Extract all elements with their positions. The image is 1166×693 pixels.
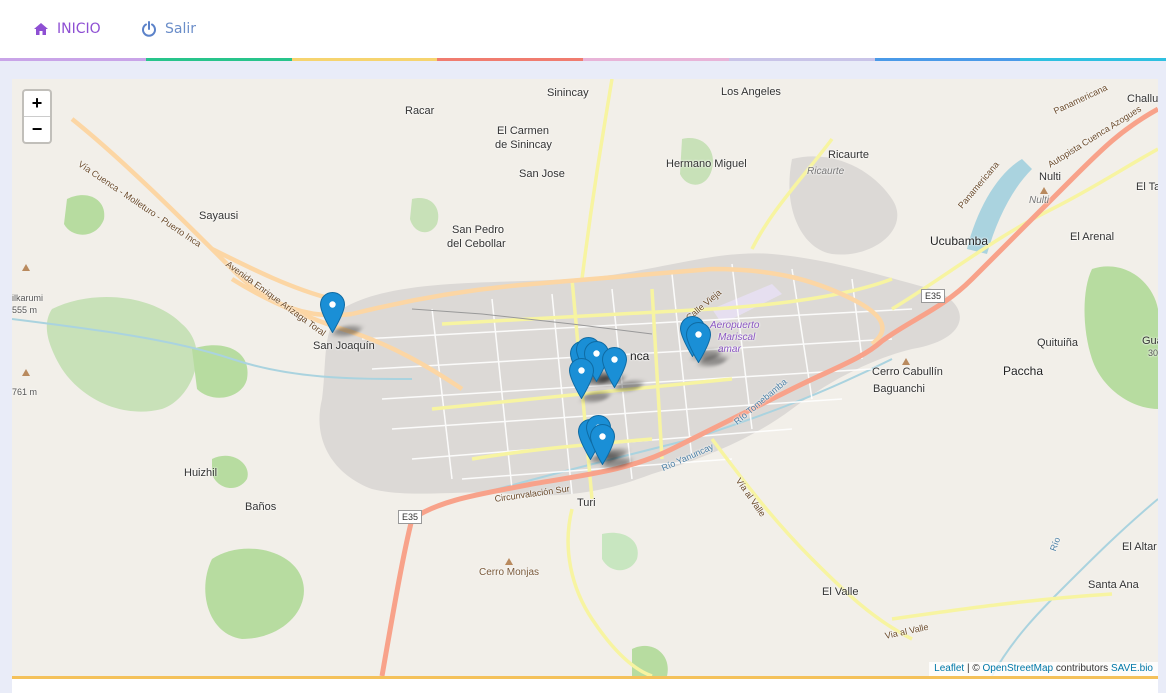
- stripe-segment: [291, 58, 438, 61]
- nav-inicio-label: INICIO: [57, 21, 101, 37]
- place-label: nca: [630, 349, 650, 363]
- map-pin-icon: [589, 423, 616, 466]
- zoom-in-button[interactable]: +: [24, 91, 50, 117]
- place-label: San Jose: [519, 168, 565, 180]
- map-pin-icon: [685, 321, 712, 364]
- color-stripe-bar: [0, 58, 1166, 61]
- place-label: Sinincay: [547, 87, 589, 99]
- stripe-segment: [583, 58, 729, 61]
- place-label: Huizhil: [184, 467, 218, 479]
- place-label: Ucubamba: [930, 234, 989, 248]
- place-label: Cerro Monjas: [479, 567, 540, 578]
- place-label: Baños: [245, 501, 277, 513]
- home-icon: [33, 22, 49, 36]
- zoom-control: + −: [22, 89, 52, 144]
- airport-label: amar: [718, 344, 741, 355]
- place-label: El Valle: [822, 586, 859, 598]
- map-container[interactable]: Sinincay Los Angeles Challu Racar El Car…: [12, 79, 1158, 676]
- place-label: 30: [1148, 348, 1158, 358]
- nav-inicio-link[interactable]: INICIO: [33, 19, 101, 39]
- airport-label: Aeropuerto: [710, 320, 760, 331]
- place-label: El Ta: [1136, 181, 1158, 193]
- marker-south-3[interactable]: [589, 423, 616, 466]
- place-label: El Carmen: [497, 125, 549, 137]
- place-label: Ricaurte: [828, 149, 869, 161]
- place-label: Cerro Cabullín: [872, 366, 943, 378]
- stripe-segment: [728, 58, 875, 61]
- marker-san-joaquin[interactable]: [319, 291, 346, 334]
- place-label: del Cebollar: [447, 238, 506, 250]
- save-bio-link[interactable]: SAVE.bio: [1111, 663, 1153, 674]
- nav-salir-label: Salir: [165, 21, 197, 37]
- top-navbar: INICIO Salir: [0, 0, 1166, 58]
- place-label: Santa Ana: [1088, 579, 1139, 591]
- place-label: El Altar: [1122, 541, 1157, 553]
- place-label: Los Angeles: [721, 86, 781, 98]
- map-pin-icon: [568, 357, 595, 400]
- map-pin-icon: [319, 291, 346, 334]
- place-label: Paccha: [1003, 364, 1044, 378]
- place-label: El Arenal: [1070, 231, 1115, 243]
- place-label: Quituiña: [1037, 337, 1078, 349]
- stripe-segment: [1020, 58, 1166, 61]
- airport-label: Mariscal: [718, 332, 756, 343]
- zoom-out-button[interactable]: −: [24, 117, 50, 142]
- place-label: Guagu: [1142, 335, 1158, 347]
- place-label: Nulti: [1029, 195, 1050, 206]
- place-label: Ricaurte: [807, 166, 845, 177]
- marker-airport-2[interactable]: [685, 321, 712, 364]
- place-label: Turi: [577, 497, 596, 509]
- place-label: ilkarumi: [12, 293, 44, 303]
- place-label: Sayausi: [199, 210, 239, 222]
- place-label: 761 m: [12, 387, 38, 397]
- marker-centro-4[interactable]: [601, 346, 628, 389]
- place-label: San Joaquín: [313, 340, 375, 352]
- osm-link[interactable]: OpenStreetMap: [983, 663, 1054, 674]
- place-label: Baguanchi: [873, 383, 925, 395]
- stripe-segment: [437, 58, 583, 61]
- place-label: Hermano Miguel: [666, 158, 747, 170]
- place-label: 555 m: [12, 305, 38, 315]
- map-pin-icon: [601, 346, 628, 389]
- below-map-panel: [12, 679, 1158, 693]
- stripe-segment: [0, 58, 146, 61]
- stripe-segment: [874, 58, 1021, 61]
- place-label: Challu: [1127, 93, 1158, 105]
- nav-salir-link[interactable]: Salir: [141, 19, 196, 39]
- place-label: de Sinincay: [495, 139, 552, 151]
- power-icon: [141, 21, 157, 37]
- road-shield: E35: [921, 289, 946, 303]
- attribution-contributors: contributors: [1053, 663, 1111, 674]
- map-attribution: Leaflet | © OpenStreetMap contributors S…: [929, 662, 1158, 676]
- leaflet-link[interactable]: Leaflet: [934, 663, 964, 674]
- place-label: Racar: [405, 105, 435, 117]
- marker-centro-5[interactable]: [568, 357, 595, 400]
- road-shield: E35: [398, 510, 423, 524]
- stripe-segment: [145, 58, 292, 61]
- attribution-separator: | ©: [964, 663, 983, 674]
- place-label: San Pedro: [452, 224, 504, 236]
- place-label: Nulti: [1039, 171, 1062, 183]
